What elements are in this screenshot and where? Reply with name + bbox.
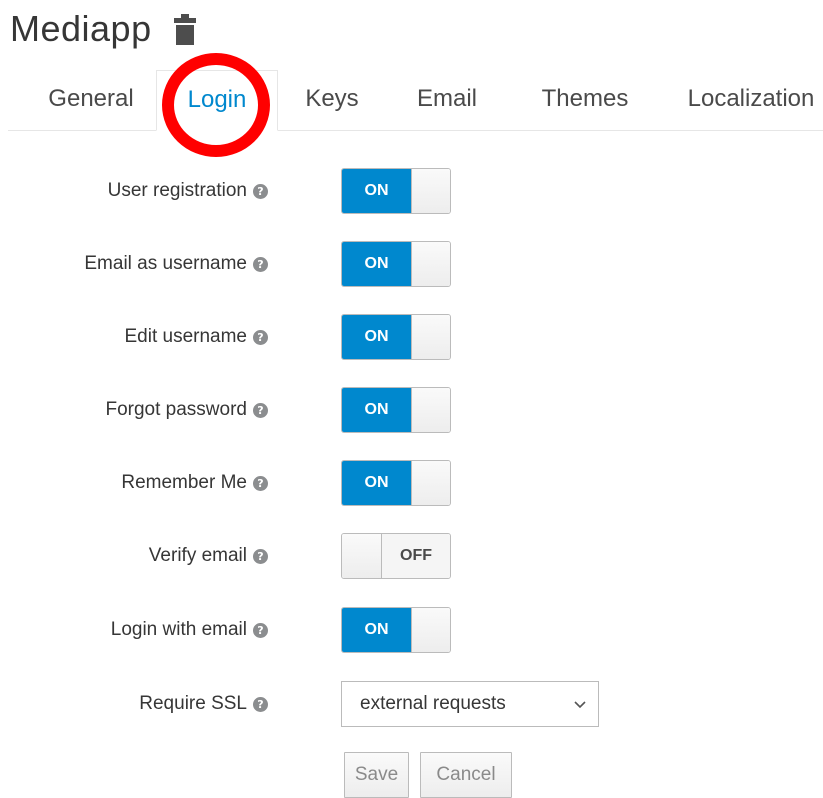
remember-me-toggle[interactable]: ON (341, 460, 451, 506)
setting-row-email-as-username: Email as username? ON (0, 241, 823, 287)
toggle-state: ON (342, 608, 411, 652)
page-title: Mediapp (10, 8, 152, 49)
email-as-username-toggle[interactable]: ON (341, 241, 451, 287)
login-with-email-toggle[interactable]: ON (341, 607, 451, 653)
toggle-state: ON (342, 315, 411, 359)
tab-email[interactable]: Email (402, 70, 492, 130)
verify-email-toggle[interactable]: OFF (341, 533, 451, 579)
tab-keys[interactable]: Keys (292, 70, 372, 130)
chevron-down-icon (574, 697, 586, 715)
setting-row-login-with-email: Login with email? ON (0, 607, 823, 653)
save-button[interactable]: Save (344, 752, 409, 798)
setting-label: Email as username? (84, 241, 268, 287)
setting-label: Login with email? (111, 607, 268, 653)
page-header: Mediapp (10, 4, 196, 54)
setting-label: User registration? (108, 168, 268, 214)
toggle-knob (411, 242, 450, 286)
toggle-state: ON (342, 461, 411, 505)
setting-row-edit-username: Edit username? ON (0, 314, 823, 360)
setting-row-require-ssl: Require SSL? external requests (0, 681, 823, 727)
toggle-knob (411, 608, 450, 652)
question-circle-icon[interactable]: ? (253, 256, 268, 272)
question-circle-icon[interactable]: ? (253, 548, 268, 564)
question-circle-icon[interactable]: ? (253, 622, 268, 638)
toggle-knob (411, 315, 450, 359)
toggle-state: ON (342, 388, 411, 432)
select-value: external requests (360, 693, 506, 714)
toggle-state: OFF (382, 534, 450, 578)
setting-label: Remember Me? (121, 460, 268, 506)
toggle-knob (411, 388, 450, 432)
setting-label: Edit username? (124, 314, 268, 360)
tab-login[interactable]: Login (156, 70, 278, 131)
tab-bar: General Login Keys Email Themes Localiza… (8, 70, 823, 131)
question-circle-icon[interactable]: ? (253, 402, 268, 418)
cancel-button[interactable]: Cancel (420, 752, 512, 798)
toggle-state: ON (342, 169, 411, 213)
question-circle-icon[interactable]: ? (253, 329, 268, 345)
question-circle-icon[interactable]: ? (253, 696, 268, 712)
forgot-password-toggle[interactable]: ON (341, 387, 451, 433)
trash-icon[interactable] (173, 13, 196, 45)
toggle-knob (411, 461, 450, 505)
edit-username-toggle[interactable]: ON (341, 314, 451, 360)
toggle-knob (342, 534, 382, 578)
tab-themes[interactable]: Themes (520, 70, 650, 130)
question-circle-icon[interactable]: ? (253, 475, 268, 491)
setting-row-remember-me: Remember Me? ON (0, 460, 823, 506)
setting-row-forgot-password: Forgot password? ON (0, 387, 823, 433)
user-registration-toggle[interactable]: ON (341, 168, 451, 214)
setting-label: Verify email? (149, 533, 268, 579)
setting-label: Require SSL? (139, 681, 268, 727)
tab-general[interactable]: General (26, 70, 156, 130)
toggle-knob (411, 169, 450, 213)
setting-row-verify-email: Verify email? OFF (0, 533, 823, 579)
tab-localization[interactable]: Localization (676, 70, 823, 130)
question-circle-icon[interactable]: ? (253, 183, 268, 199)
require-ssl-select[interactable]: external requests (341, 681, 599, 727)
setting-label: Forgot password? (105, 387, 268, 433)
setting-row-user-registration: User registration? ON (0, 168, 823, 214)
toggle-state: ON (342, 242, 411, 286)
